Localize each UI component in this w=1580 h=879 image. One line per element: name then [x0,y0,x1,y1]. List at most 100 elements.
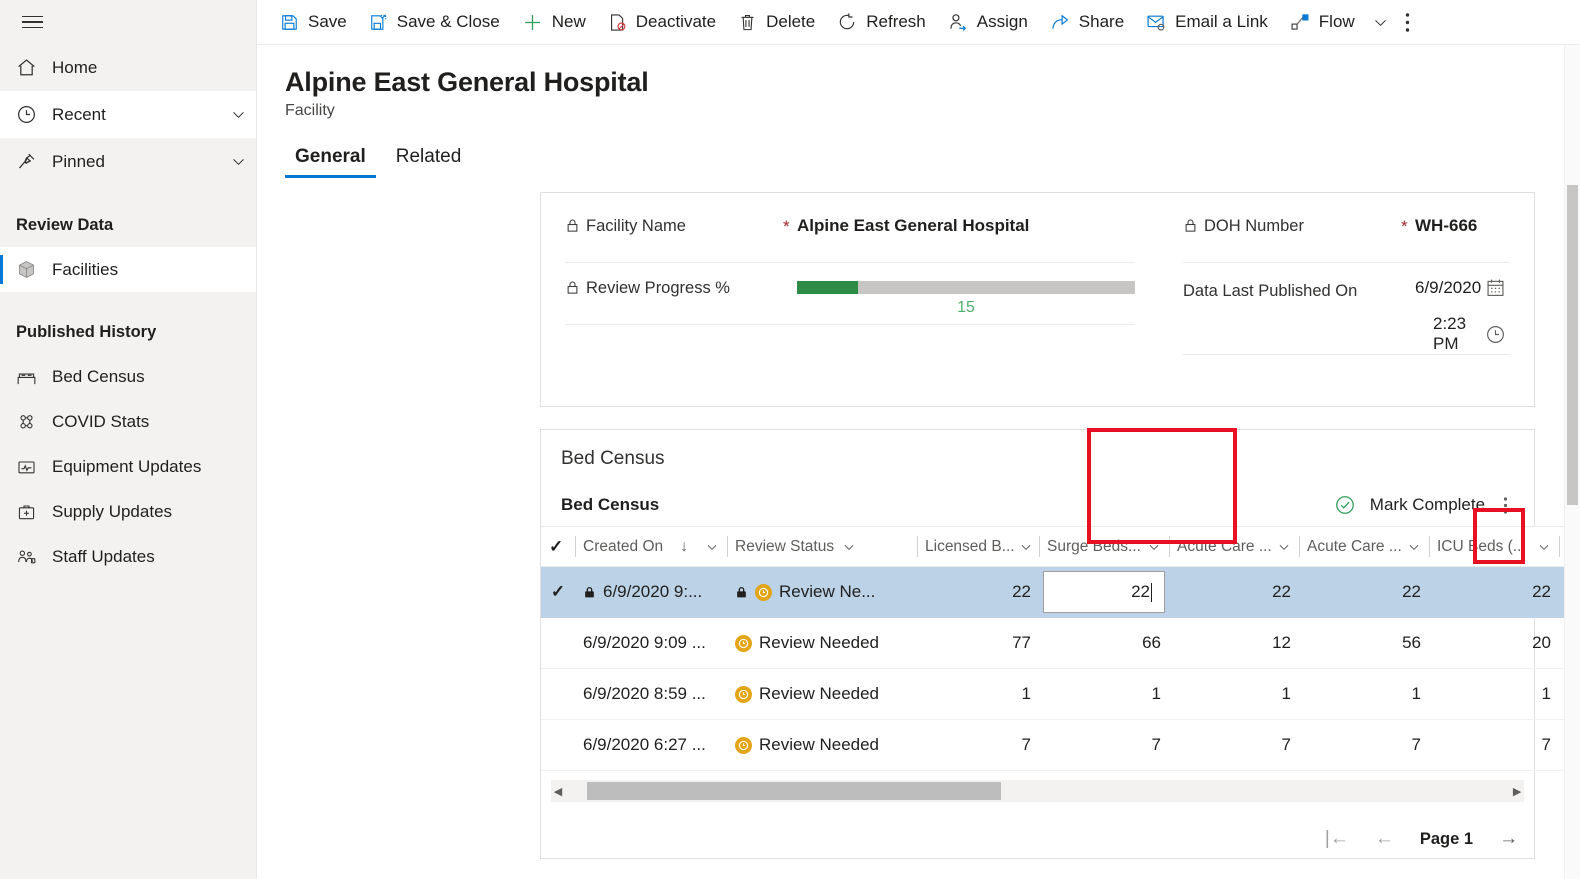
horizontal-scrollbar[interactable]: ◀ ▶ [551,780,1525,802]
column-created-on[interactable]: Created On ↓ [575,526,727,567]
date-field[interactable]: 6/9/2020 [1415,277,1510,298]
next-page-button[interactable]: → [1499,828,1518,850]
cell-created-on[interactable]: 6/9/2020 8:59 ... [575,668,727,720]
cell-acute-care-2[interactable]: 22 [1299,566,1429,618]
save-and-close-button[interactable]: Save & Close [358,0,511,45]
flow-chevron-down-icon[interactable] [1366,0,1395,45]
sidebar-item-covid-stats[interactable]: COVID Stats [0,399,256,444]
sidebar-item-bed-census[interactable]: Bed Census [0,354,256,399]
flow-button[interactable]: Flow [1279,0,1366,45]
vertical-scroll-thumb[interactable] [1567,185,1579,505]
chevron-down-icon[interactable] [220,106,256,123]
table-row[interactable]: 6/9/2020 9:09 ... Review Needed 77 66 12… [541,617,1580,669]
row-select-checkbox[interactable]: ✓ [541,566,575,618]
scroll-track[interactable] [565,781,1510,801]
sidebar-item-facilities[interactable]: Facilities [0,247,256,292]
column-review-status[interactable]: Review Status [727,526,917,567]
sidebar-item-supply-updates[interactable]: Supply Updates [0,489,256,534]
cell-surge-beds-editing[interactable]: 22 [1039,566,1169,618]
cell-created-on[interactable]: 6/9/2020 9:... [575,566,727,618]
email-a-link-button[interactable]: Email a Link [1135,0,1279,45]
subgrid-more-button[interactable] [1485,496,1518,515]
chevron-down-icon[interactable] [705,540,719,554]
cell-acute-care-1[interactable]: 22 [1169,566,1299,618]
cell-icu-beds-1[interactable]: 20 [1429,617,1559,669]
column-icu-beds-1[interactable]: ICU Beds (... [1429,526,1559,567]
cell-surge-beds[interactable]: 7 [1039,719,1169,771]
cell-created-on[interactable]: 6/9/2020 6:27 ... [575,719,727,771]
table-row[interactable]: ✓ 6/9/2020 9:... Review Ne... 22 22 22 2… [541,566,1580,618]
sidebar-item-recent[interactable]: Recent [0,91,256,138]
scroll-thumb[interactable] [587,782,1001,800]
chevron-down-icon[interactable] [1019,540,1033,554]
cell-surge-beds[interactable]: 1 [1039,668,1169,720]
clock-icon[interactable] [1485,324,1506,345]
chevron-down-icon[interactable] [838,540,856,554]
new-button[interactable]: New [511,0,597,45]
vertical-scrollbar[interactable] [1564,45,1580,879]
row-select-checkbox[interactable] [541,617,575,669]
row-select-checkbox[interactable] [541,668,575,720]
cell-created-on[interactable]: 6/9/2020 9:09 ... [575,617,727,669]
delete-button[interactable]: Delete [727,0,826,45]
previous-page-button[interactable]: ← [1375,828,1394,850]
required-marker [1401,277,1415,279]
sidebar-item-home[interactable]: Home [0,44,256,91]
sidebar-item-staff-updates[interactable]: Staff Updates [0,534,256,579]
cell-acute-care-1[interactable]: 1 [1169,668,1299,720]
cell-icu-beds-1[interactable]: 1 [1429,668,1559,720]
time-field[interactable]: 2:23 PM [1415,314,1510,354]
sidebar-item-equipment-updates[interactable]: Equipment Updates [0,444,256,489]
cell-licensed-beds[interactable]: 22 [917,566,1039,618]
table-row[interactable]: 6/9/2020 8:59 ... Review Needed 1 1 1 1 … [541,668,1580,720]
save-button[interactable]: Save [269,0,358,45]
calendar-icon[interactable] [1485,277,1506,298]
column-licensed-beds[interactable]: Licensed B... [917,526,1039,567]
mark-complete-button[interactable]: Mark Complete [1334,494,1485,516]
chevron-down-icon[interactable] [1147,540,1161,554]
table-header-row: ✓ Created On ↓ Review Status Licensed B.… [541,526,1580,567]
refresh-button[interactable]: Refresh [826,0,937,45]
hamburger-menu-icon[interactable] [8,0,56,44]
scroll-left-arrow-icon[interactable]: ◀ [551,785,565,798]
chevron-down-icon[interactable] [1407,540,1421,554]
cell-licensed-beds[interactable]: 77 [917,617,1039,669]
cell-review-status[interactable]: Review Needed [727,719,917,771]
cell-surge-beds[interactable]: 66 [1039,617,1169,669]
field-value-doh-number[interactable]: WH-666 [1415,215,1510,236]
deactivate-button[interactable]: Deactivate [597,0,727,45]
cell-licensed-beds[interactable]: 7 [917,719,1039,771]
cell-review-status[interactable]: Review Needed [727,668,917,720]
surge-beds-input[interactable]: 22 [1043,571,1165,613]
table-row[interactable]: 6/9/2020 6:27 ... Review Needed 7 7 7 7 … [541,719,1580,771]
tab-related[interactable]: Related [386,142,472,178]
column-acute-care-1[interactable]: Acute Care ... [1169,526,1299,567]
cell-acute-care-1[interactable]: 12 [1169,617,1299,669]
assign-button[interactable]: Assign [937,0,1039,45]
chevron-down-icon[interactable] [220,153,256,170]
field-value-facility-name[interactable]: Alpine East General Hospital [797,215,1135,236]
column-surge-beds[interactable]: Surge Beds... [1039,526,1169,567]
cell-review-status[interactable]: Review Ne... [727,566,917,618]
cell-acute-care-1[interactable]: 7 [1169,719,1299,771]
chevron-down-icon[interactable] [1537,540,1551,554]
row-select-checkbox[interactable] [541,719,575,771]
cell-icu-beds-1[interactable]: 22 [1429,566,1559,618]
cell-acute-care-2[interactable]: 56 [1299,617,1429,669]
cell-icu-beds-1[interactable]: 7 [1429,719,1559,771]
chevron-down-icon[interactable] [1277,540,1291,554]
cell-review-status[interactable]: Review Needed [727,617,917,669]
first-page-button[interactable]: |← [1325,828,1349,850]
tab-general[interactable]: General [285,142,376,178]
more-commands-button[interactable] [1395,0,1424,45]
sidebar-item-pinned[interactable]: Pinned [0,138,256,185]
scroll-right-arrow-icon[interactable]: ▶ [1510,785,1524,798]
column-acute-care-2[interactable]: Acute Care ... [1299,526,1429,567]
column-select-all[interactable]: ✓ [541,526,575,567]
cell-acute-care-2[interactable]: 7 [1299,719,1429,771]
share-button[interactable]: Share [1039,0,1135,45]
cell-text: Review Ne... [779,582,876,601]
cell-acute-care-2[interactable]: 1 [1299,668,1429,720]
cmd-label: Delete [766,12,816,31]
cell-licensed-beds[interactable]: 1 [917,668,1039,720]
